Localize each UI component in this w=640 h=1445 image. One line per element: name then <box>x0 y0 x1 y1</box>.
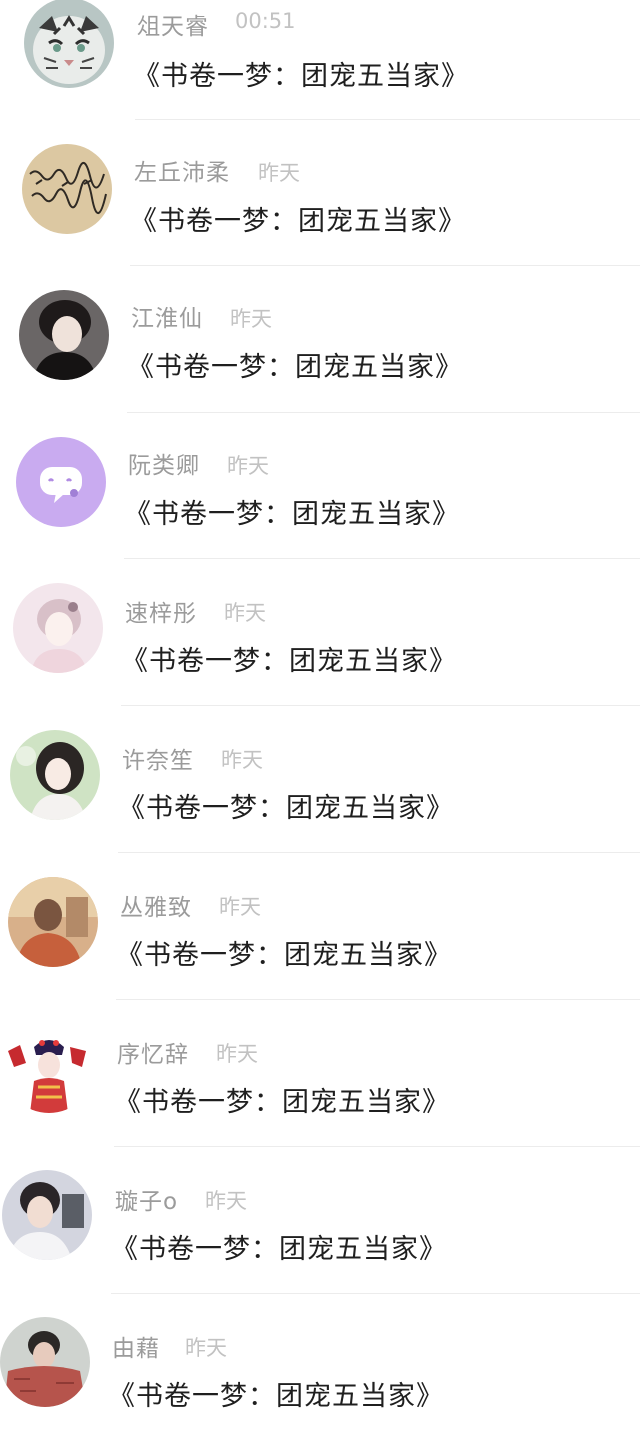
portrait-avatar[interactable] <box>8 877 98 967</box>
message-time: 昨天 <box>216 1042 258 1066</box>
message-preview: 《书卷一梦：团宠五当家》 <box>111 1234 447 1265</box>
contact-name: 俎天睿 <box>137 14 209 40</box>
row-divider <box>135 119 640 120</box>
message-time: 昨天 <box>221 748 263 772</box>
contact-name: 速梓彤 <box>125 601 197 627</box>
message-preview: 《书卷一梦：团宠五当家》 <box>121 646 457 677</box>
conversation-row[interactable]: 由藉 昨天 《书卷一梦：团宠五当家》 <box>0 1299 640 1445</box>
contact-name: 阮类卿 <box>128 453 200 479</box>
portrait-avatar[interactable] <box>0 1317 90 1407</box>
portrait-avatar[interactable] <box>19 290 109 380</box>
contact-name: 璇子o <box>115 1189 179 1215</box>
row-divider <box>130 265 640 266</box>
message-preview: 《书卷一梦：团宠五当家》 <box>127 352 463 383</box>
handwriting-avatar[interactable] <box>22 144 112 234</box>
contact-name: 丛雅致 <box>120 895 192 921</box>
contact-name: 序忆辞 <box>117 1042 189 1068</box>
message-time: 昨天 <box>185 1336 227 1360</box>
conversation-row[interactable]: 阮类卿 昨天 《书卷一梦：团宠五当家》 <box>0 419 640 565</box>
message-preview: 《书卷一梦：团宠五当家》 <box>114 1087 450 1118</box>
row-divider <box>114 1146 640 1147</box>
tiger-avatar[interactable] <box>24 0 114 88</box>
message-preview: 《书卷一梦：团宠五当家》 <box>124 499 460 530</box>
contact-name: 许奈笙 <box>122 748 194 774</box>
message-preview: 《书卷一梦：团宠五当家》 <box>130 206 466 237</box>
row-divider <box>116 999 640 1000</box>
message-preview: 《书卷一梦：团宠五当家》 <box>133 61 469 92</box>
message-preview: 《书卷一梦：团宠五当家》 <box>116 940 452 971</box>
row-divider <box>124 558 640 559</box>
portrait-avatar[interactable] <box>10 730 100 820</box>
conversation-row[interactable]: 璇子o 昨天 《书卷一梦：团宠五当家》 <box>0 1152 640 1298</box>
portrait-avatar[interactable] <box>2 1170 92 1260</box>
conversation-row[interactable]: 左丘沛柔 昨天 《书卷一梦：团宠五当家》 <box>0 126 640 272</box>
message-time: 昨天 <box>205 1189 247 1213</box>
message-time: 昨天 <box>224 601 266 625</box>
conversation-list: 俎天睿 00:51 《书卷一梦：团宠五当家》 左丘沛柔 昨天 《书卷一梦：团宠五… <box>0 0 640 1425</box>
row-divider <box>111 1293 640 1294</box>
message-time: 昨天 <box>227 454 269 478</box>
conversation-row[interactable]: 俎天睿 00:51 《书卷一梦：团宠五当家》 <box>0 0 640 126</box>
message-time: 00:51 <box>235 9 296 33</box>
message-time: 昨天 <box>230 307 272 331</box>
conversation-row[interactable]: 速梓彤 昨天 《书卷一梦：团宠五当家》 <box>0 565 640 711</box>
chat-bubble-avatar[interactable] <box>16 437 106 527</box>
message-preview: 《书卷一梦：团宠五当家》 <box>108 1381 444 1412</box>
conversation-row[interactable]: 丛雅致 昨天 《书卷一梦：团宠五当家》 <box>0 859 640 1005</box>
conversation-row[interactable]: 序忆辞 昨天 《书卷一梦：团宠五当家》 <box>0 1005 640 1151</box>
portrait-avatar[interactable] <box>13 583 103 673</box>
message-time: 昨天 <box>258 161 300 185</box>
row-divider <box>127 412 640 413</box>
conversation-row[interactable]: 江淮仙 昨天 《书卷一梦：团宠五当家》 <box>0 272 640 418</box>
row-divider <box>118 852 640 853</box>
contact-name: 江淮仙 <box>131 306 203 332</box>
row-divider <box>121 705 640 706</box>
contact-name: 左丘沛柔 <box>134 160 230 186</box>
opera-avatar[interactable] <box>4 1023 94 1113</box>
conversation-row[interactable]: 许奈笙 昨天 《书卷一梦：团宠五当家》 <box>0 712 640 858</box>
message-time: 昨天 <box>219 895 261 919</box>
contact-name: 由藉 <box>112 1336 160 1362</box>
message-preview: 《书卷一梦：团宠五当家》 <box>118 793 454 824</box>
